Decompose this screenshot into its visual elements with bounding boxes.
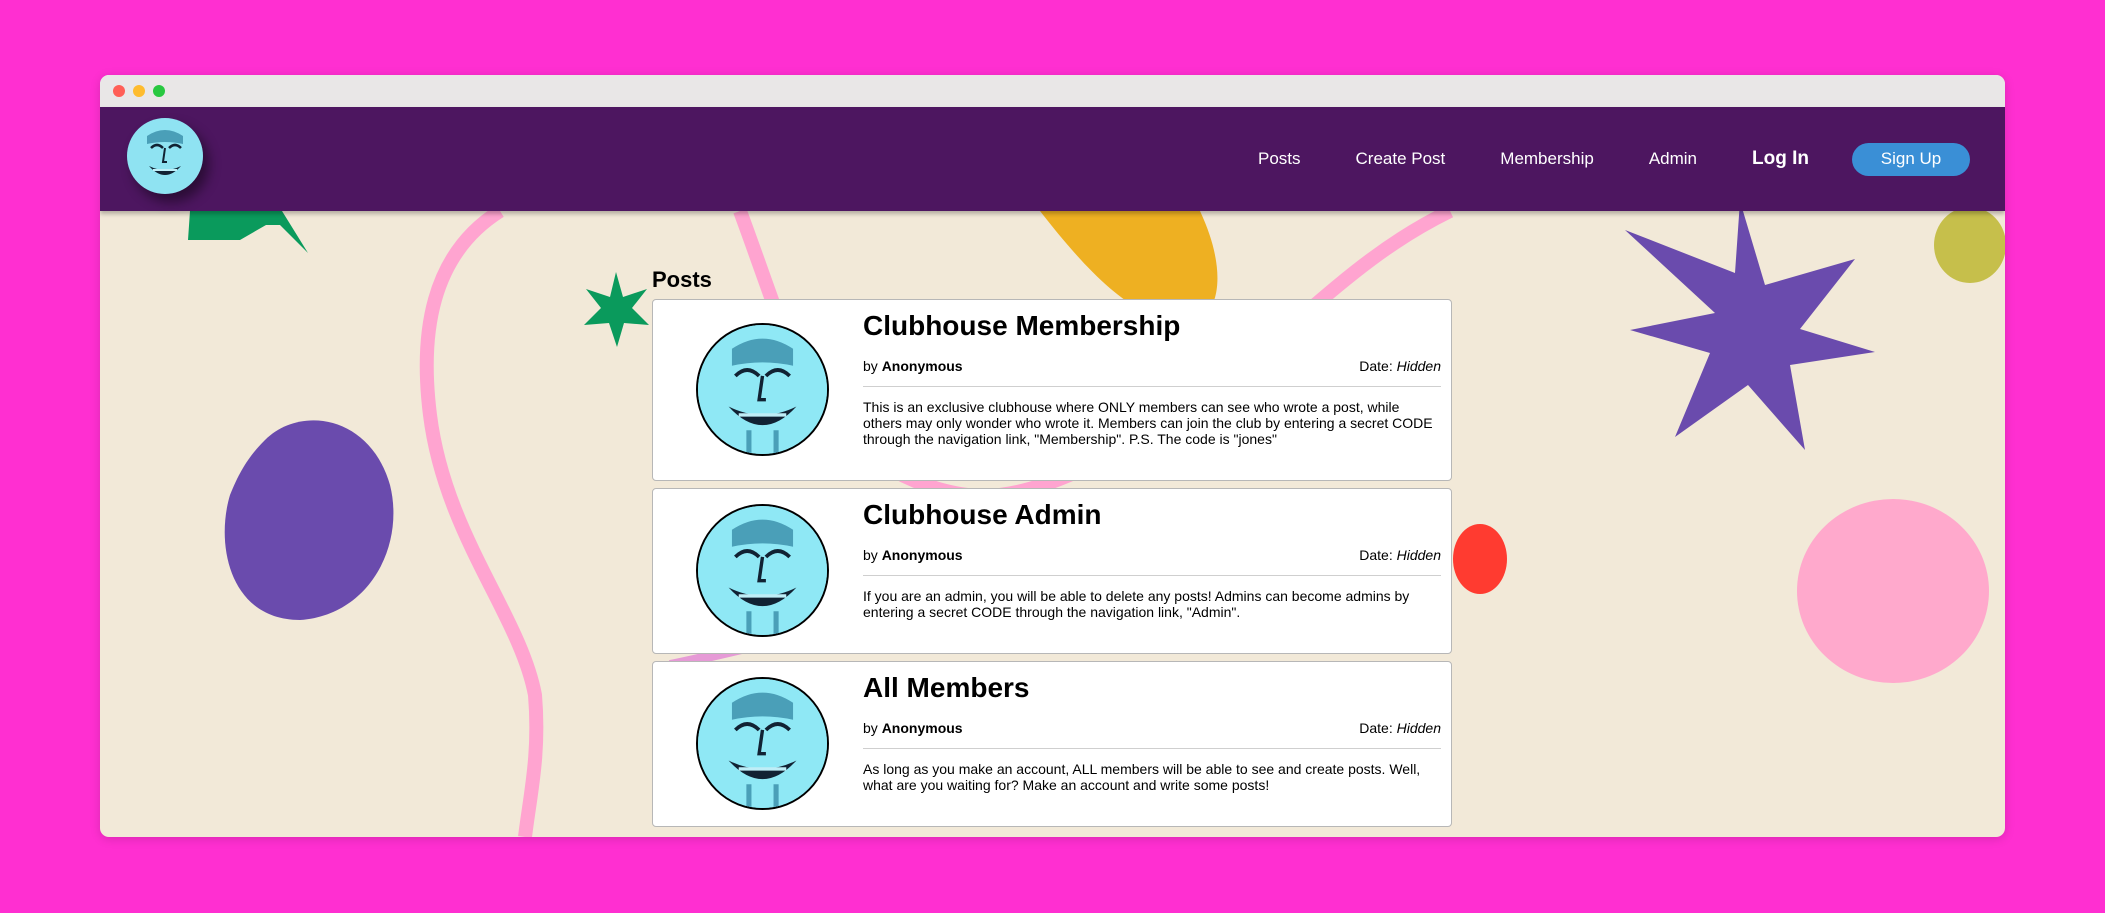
by-label: by [863, 358, 878, 374]
post-author: Anonymous [881, 358, 963, 374]
post-title: Clubhouse Membership [863, 310, 1181, 341]
post-date: Hidden [1396, 358, 1441, 374]
post-meta: by Anonymous Date: Hidden [863, 547, 1441, 576]
post-date-line: Date: Hidden [1359, 547, 1441, 563]
post-meta: by Anonymous Date: Hidden [863, 358, 1441, 387]
post-text: As long as you make an account, ALL memb… [863, 761, 1421, 793]
post-body: All Members by Anonymous Date: Hidden As… [863, 672, 1441, 793]
post-body: Clubhouse Membership by Anonymous Date: … [863, 310, 1441, 447]
post-meta: by Anonymous Date: Hidden [863, 720, 1441, 749]
post-author-line: by Anonymous [863, 547, 963, 563]
log-in-link[interactable]: Log In [1752, 148, 1809, 170]
by-label: by [863, 547, 878, 563]
post-date: Hidden [1396, 547, 1441, 563]
nav-links: Posts Create Post Membership Admin Log I… [1258, 107, 2005, 211]
browser-window: Posts Create Post Membership Admin Log I… [100, 75, 2005, 837]
nav-create-post-link[interactable]: Create Post [1356, 149, 1446, 169]
post-text: If you are an admin, you will be able to… [863, 588, 1410, 620]
grinning-face-logo-icon[interactable] [127, 118, 203, 194]
top-navbar: Posts Create Post Membership Admin Log I… [100, 107, 2005, 211]
post-card: Clubhouse Membership by Anonymous Date: … [652, 299, 1452, 481]
post-date-line: Date: Hidden [1359, 358, 1441, 374]
nav-admin-link[interactable]: Admin [1649, 149, 1697, 169]
grinning-face-avatar-icon [696, 504, 829, 637]
post-author: Anonymous [881, 547, 963, 563]
grinning-face-avatar-icon [696, 323, 829, 456]
nav-posts-link[interactable]: Posts [1258, 149, 1301, 169]
post-text: This is an exclusive clubhouse where ONL… [863, 399, 1433, 447]
post-date: Hidden [1396, 720, 1441, 736]
by-label: by [863, 720, 878, 736]
post-author: Anonymous [881, 720, 963, 736]
date-label: Date: [1359, 547, 1393, 563]
post-title: Clubhouse Admin [863, 499, 1102, 530]
post-author-line: by Anonymous [863, 358, 963, 374]
post-title: All Members [863, 672, 1030, 703]
post-date-line: Date: Hidden [1359, 720, 1441, 736]
sign-up-button[interactable]: Sign Up [1852, 142, 1970, 176]
section-title: Posts [652, 267, 712, 292]
posts-section: Posts Clubhouse Membership by Anonymous … [652, 267, 1452, 834]
post-author-line: by Anonymous [863, 720, 963, 736]
post-card: Clubhouse Admin by Anonymous Date: Hidde… [652, 488, 1452, 654]
grinning-face-avatar-icon [696, 677, 829, 810]
date-label: Date: [1359, 720, 1393, 736]
post-card: All Members by Anonymous Date: Hidden As… [652, 661, 1452, 827]
nav-membership-link[interactable]: Membership [1500, 149, 1594, 169]
post-body: Clubhouse Admin by Anonymous Date: Hidde… [863, 499, 1441, 620]
date-label: Date: [1359, 358, 1393, 374]
